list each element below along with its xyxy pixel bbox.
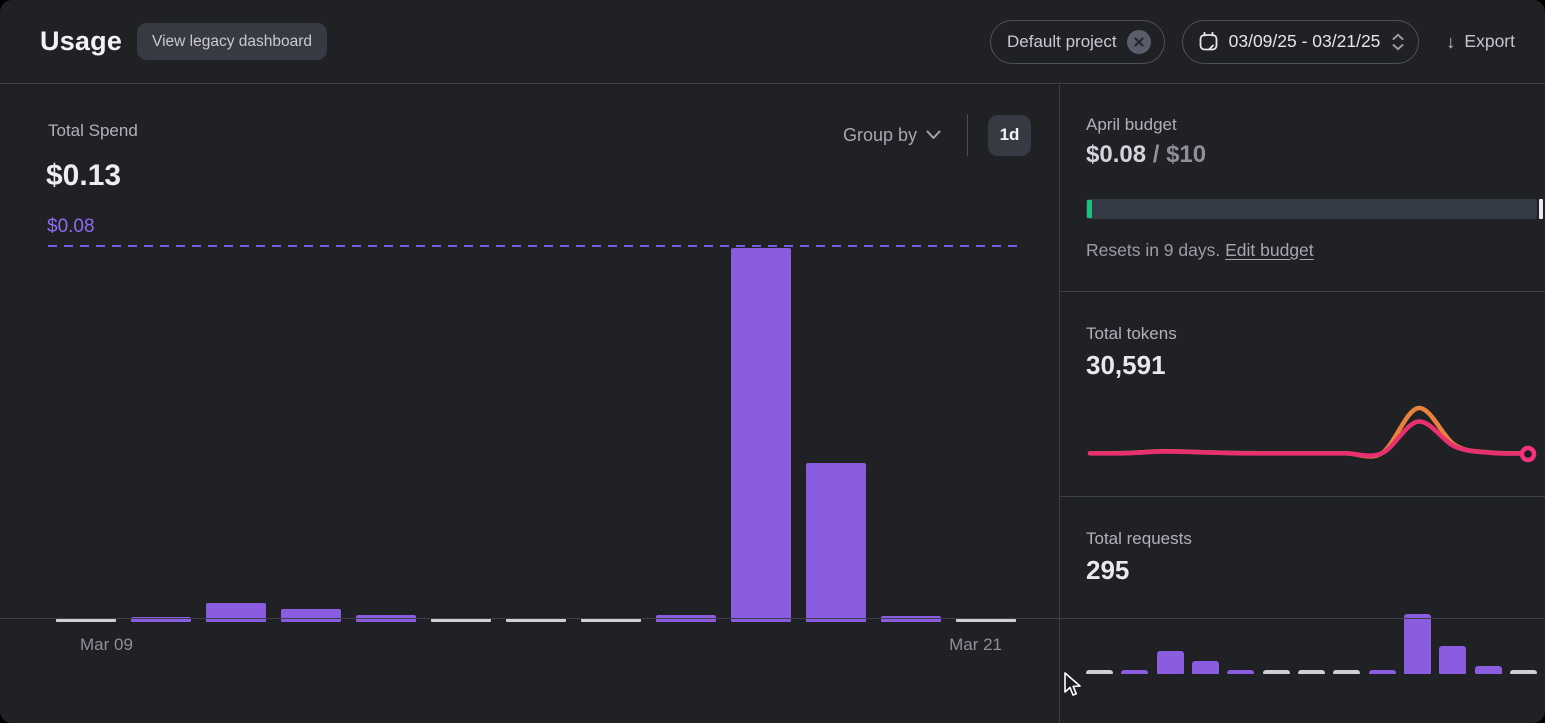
usage-dashboard: Usage View legacy dashboard Default proj…: [0, 0, 1545, 723]
tokens-section: Total tokens 30,591: [1060, 292, 1545, 497]
request-bar[interactable]: [1475, 666, 1502, 674]
calendar-icon: [1199, 32, 1218, 51]
main-content: Total Spend $0.13 $0.08 Group by 1d Mar …: [0, 85, 1545, 723]
reset-text: Resets in 9 days.: [1086, 240, 1225, 260]
spend-bar[interactable]: [881, 616, 941, 622]
interval-1d-button[interactable]: 1d: [988, 115, 1031, 156]
progress-track: [1086, 199, 1537, 219]
chart-controls: Group by 1d: [837, 113, 1031, 157]
spend-bar[interactable]: [806, 463, 866, 622]
progress-fill: [1087, 200, 1092, 218]
download-arrow-icon: ↓: [1446, 33, 1455, 51]
request-bar[interactable]: [1157, 651, 1184, 674]
chevron-down-icon: [926, 130, 941, 140]
x-axis: Mar 09 Mar 21: [56, 635, 1016, 655]
spend-bar[interactable]: [731, 248, 791, 622]
controls-divider: [967, 114, 968, 156]
group-by-dropdown[interactable]: Group by: [837, 124, 947, 147]
x-axis-end-label: Mar 21: [949, 635, 1002, 655]
budget-line-value-label: $0.08: [47, 216, 95, 238]
total-tokens-label: Total tokens: [1086, 324, 1177, 344]
tokens-line-chart[interactable]: [1086, 396, 1538, 471]
summary-sidebar: April budget $0.08 / $10 Resets in 9 day…: [1059, 85, 1545, 723]
group-by-label: Group by: [843, 125, 917, 146]
requests-bar-chart: [1086, 612, 1537, 674]
project-filter-chip[interactable]: Default project: [990, 20, 1165, 64]
total-requests-value: 295: [1086, 555, 1129, 586]
page-title: Usage: [40, 26, 122, 57]
view-legacy-dashboard-button[interactable]: View legacy dashboard: [137, 23, 327, 60]
progress-limit-marker: [1539, 199, 1543, 219]
spend-bar[interactable]: [206, 603, 266, 622]
request-bar[interactable]: [1121, 670, 1148, 674]
header: Usage View legacy dashboard Default proj…: [0, 0, 1545, 84]
request-bar[interactable]: [1298, 670, 1325, 674]
request-bar[interactable]: [1404, 614, 1431, 674]
daily-spend-bar-chart: [56, 248, 1016, 622]
bottom-divider: [0, 618, 1545, 619]
total-spend-panel: Total Spend $0.13 $0.08 Group by 1d Mar …: [0, 85, 1059, 723]
total-spend-value: $0.13: [46, 159, 121, 193]
budget-value: $0.08 / $10: [1086, 141, 1206, 169]
chevron-up-down-icon: [1391, 32, 1405, 52]
close-icon: [1134, 37, 1144, 47]
spend-bar[interactable]: [281, 609, 341, 622]
total-spend-label: Total Spend: [48, 121, 138, 141]
request-bar[interactable]: [1227, 670, 1254, 674]
x-axis-start-label: Mar 09: [80, 635, 133, 655]
tokens-line-pink: [1090, 421, 1528, 455]
request-bar[interactable]: [1086, 670, 1113, 674]
request-bar[interactable]: [1192, 661, 1219, 674]
request-bar[interactable]: [1369, 670, 1396, 674]
budget-label: April budget: [1086, 115, 1177, 135]
total-tokens-value: 30,591: [1086, 350, 1166, 381]
export-label: Export: [1464, 31, 1515, 52]
remove-project-filter-icon[interactable]: [1127, 30, 1151, 54]
request-bar[interactable]: [1333, 670, 1360, 674]
line-end-marker: [1522, 448, 1534, 460]
export-button[interactable]: ↓ Export: [1436, 25, 1525, 58]
edit-budget-link[interactable]: Edit budget: [1225, 240, 1314, 260]
budget-threshold-line: [48, 245, 1021, 247]
budget-reset-text: Resets in 9 days. Edit budget: [1086, 240, 1314, 261]
request-bar[interactable]: [1510, 670, 1537, 674]
request-bar[interactable]: [1263, 670, 1290, 674]
budget-limit: $10: [1166, 141, 1206, 168]
request-bar[interactable]: [1439, 646, 1466, 674]
date-range-picker[interactable]: 03/09/25 - 03/21/25: [1182, 20, 1420, 64]
project-filter-label: Default project: [1007, 32, 1117, 52]
budget-separator: /: [1146, 141, 1166, 168]
budget-spent: $0.08: [1086, 141, 1146, 168]
budget-progress-bar: [1086, 199, 1543, 219]
date-range-label: 03/09/25 - 03/21/25: [1229, 31, 1381, 52]
requests-section: Total requests 295: [1060, 497, 1545, 703]
total-requests-label: Total requests: [1086, 529, 1192, 549]
budget-section: April budget $0.08 / $10 Resets in 9 day…: [1060, 85, 1545, 292]
